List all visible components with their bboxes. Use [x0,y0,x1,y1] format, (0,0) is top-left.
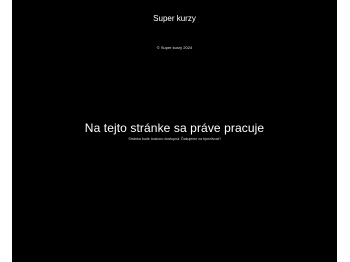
site-title: Super kurzy [153,14,196,23]
maintenance-heading: Na tejto stránke sa práve pracuje [84,121,265,135]
maintenance-message: Stránka bude čoskoro dostupná. Ďakujeme … [128,137,221,141]
lock-icon[interactable] [339,65,347,74]
copyright-text: © Super kurzy 2024 [156,45,193,50]
page: Super kurzy © Super kurzy 2024 Na tejto … [0,0,350,262]
maintenance-panel: Super kurzy © Super kurzy 2024 Na tejto … [12,0,346,262]
